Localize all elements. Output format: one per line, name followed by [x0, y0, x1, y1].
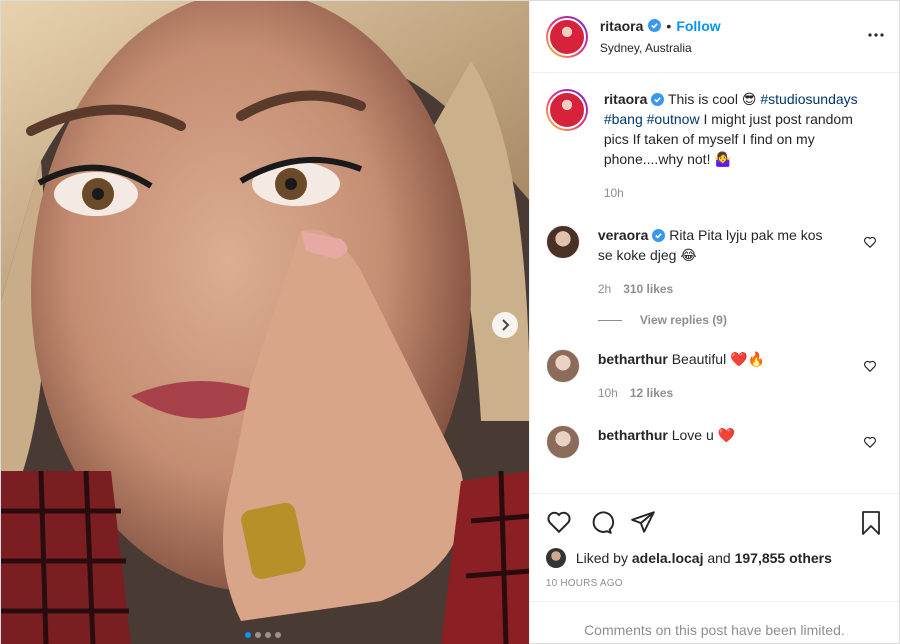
- caption-time[interactable]: 10h: [604, 183, 864, 203]
- liker-avatar[interactable]: [545, 548, 566, 568]
- comment-text: Beautiful: [671, 351, 731, 367]
- caption-username[interactable]: ritaora: [604, 91, 648, 107]
- like-heart-icon[interactable]: [546, 509, 572, 535]
- post-photo: [1, 1, 529, 644]
- post-caption: ritaora This is cool 😎 #studiosundays #b…: [545, 89, 883, 203]
- post-dialog: ritaora • Follow Sydney, Australia ritao…: [0, 0, 900, 644]
- comment-like-heart-icon[interactable]: [863, 435, 877, 449]
- comment-like-heart-icon[interactable]: [863, 359, 877, 373]
- commenter-avatar[interactable]: [545, 225, 580, 259]
- comments-limited-notice: Comments on this post have been limited.: [529, 601, 899, 638]
- carousel-dot-active: [245, 632, 251, 638]
- comment-bubble-icon[interactable]: [588, 509, 614, 535]
- replies-line: [597, 319, 622, 321]
- carousel-indicator: [245, 632, 281, 638]
- comment-text: Love u: [671, 427, 718, 443]
- carousel-next-button[interactable]: [492, 312, 518, 338]
- carousel-dot: [265, 632, 271, 638]
- likes-middle: and: [703, 550, 735, 566]
- commenter-username[interactable]: betharthur: [598, 351, 668, 367]
- carousel-dot: [275, 632, 281, 638]
- post-timestamp[interactable]: 10 HOURS AGO: [546, 578, 883, 589]
- comment-time[interactable]: 2h: [598, 279, 611, 299]
- post-actions: Liked by adela.locaj and 197,855 others …: [529, 493, 899, 644]
- carousel-dot: [255, 632, 261, 638]
- verified-badge-icon: [651, 93, 665, 106]
- shrug-emoji: 🤷‍♀️: [714, 151, 732, 167]
- comment-likes[interactable]: 310 likes: [623, 279, 673, 299]
- caption-avatar[interactable]: [545, 89, 588, 131]
- caption-text: This is cool: [667, 91, 742, 107]
- commenter-username[interactable]: veraora: [598, 227, 649, 243]
- chevron-right-icon: [502, 319, 510, 331]
- commenter-avatar[interactable]: [545, 425, 580, 459]
- sunglasses-emoji: 😎: [741, 91, 757, 107]
- view-replies-label: View replies (9): [639, 313, 727, 327]
- comments-list[interactable]: ritaora This is cool 😎 #studiosundays #b…: [530, 73, 899, 493]
- post-header: ritaora • Follow Sydney, Australia: [529, 1, 899, 73]
- post-location[interactable]: Sydney, Australia: [600, 39, 721, 57]
- likes-prefix: Liked by: [575, 550, 632, 566]
- commenter-username[interactable]: betharthur: [598, 427, 668, 443]
- comment-item: veraora Rita Pita lyju pak me kos se kok…: [545, 225, 883, 299]
- comment-item: betharthur Love u ❤️: [545, 425, 883, 459]
- likes-count[interactable]: 197,855 others: [735, 550, 832, 566]
- post-sidebar: ritaora • Follow Sydney, Australia ritao…: [528, 1, 899, 644]
- bookmark-save-icon[interactable]: [859, 510, 883, 536]
- verified-badge-icon: [648, 19, 662, 32]
- laughing-emoji: 😂: [680, 247, 697, 263]
- verified-badge-icon: [652, 229, 666, 242]
- post-media[interactable]: [1, 1, 529, 644]
- follow-separator: •: [666, 17, 672, 34]
- comment-like-heart-icon[interactable]: [863, 235, 877, 249]
- comment-item: betharthur Beautiful ❤️🔥 10h 12 likes: [545, 349, 883, 403]
- comment-time[interactable]: 10h: [598, 383, 618, 403]
- likes-summary: Liked by adela.locaj and 197,855 others: [545, 548, 883, 568]
- commenter-avatar[interactable]: [545, 349, 580, 383]
- view-replies-button[interactable]: View replies (9): [597, 313, 883, 327]
- heart-fire-emoji: ❤️🔥: [730, 351, 765, 367]
- author-username[interactable]: ritaora: [600, 17, 644, 35]
- more-horizontal-icon[interactable]: [867, 26, 885, 44]
- liker-username[interactable]: adela.locaj: [632, 550, 704, 566]
- comment-likes[interactable]: 12 likes: [630, 383, 673, 403]
- heart-emoji: ❤️: [717, 427, 736, 443]
- follow-button[interactable]: Follow: [676, 17, 720, 35]
- share-send-icon[interactable]: [630, 509, 656, 535]
- author-avatar[interactable]: [545, 15, 588, 58]
